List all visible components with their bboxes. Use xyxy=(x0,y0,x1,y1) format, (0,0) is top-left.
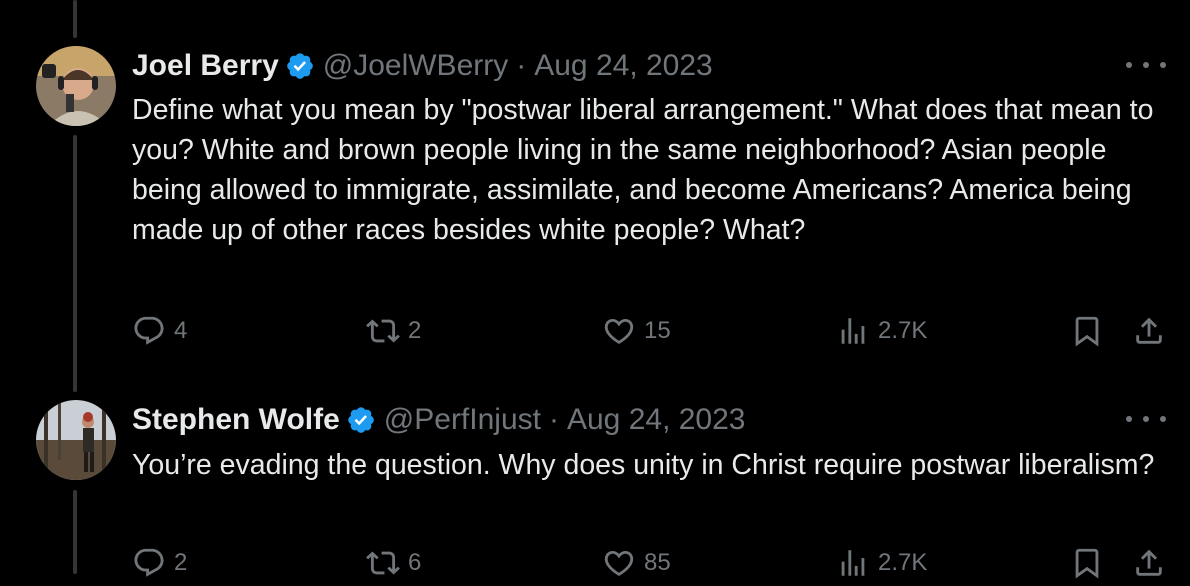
repost-icon xyxy=(366,551,400,575)
reply-count: 4 xyxy=(174,317,188,344)
reply-button[interactable]: 4 xyxy=(132,314,187,348)
avatar[interactable] xyxy=(36,400,116,480)
like-count: 15 xyxy=(644,317,671,344)
share-icon xyxy=(1136,317,1162,344)
separator-dot: · xyxy=(548,403,559,436)
share-icon xyxy=(1136,549,1162,576)
views-button[interactable]: 2.7K xyxy=(836,546,927,580)
views-count: 2.7K xyxy=(878,549,928,576)
like-count: 85 xyxy=(644,549,671,576)
display-name[interactable]: Stephen Wolfe xyxy=(132,402,340,438)
separator-dot: · xyxy=(516,49,527,82)
repost-icon xyxy=(366,319,400,343)
handle[interactable]: @JoelWBerry xyxy=(323,48,508,84)
reply-count: 2 xyxy=(174,549,188,576)
timestamp[interactable]: Aug 24, 2023 xyxy=(567,402,746,438)
tweet-actions: 2 6 85 2.7K xyxy=(132,546,1172,586)
repost-count: 2 xyxy=(408,317,422,344)
verified-badge-icon xyxy=(347,407,374,433)
tweet-actions: 4 2 15 2.7K xyxy=(132,314,1172,354)
reply-icon xyxy=(134,548,164,577)
views-icon xyxy=(841,550,865,576)
bookmark-button[interactable] xyxy=(1070,546,1104,580)
like-icon xyxy=(604,318,634,344)
reply-button[interactable]: 2 xyxy=(132,546,187,580)
tweet-text: Define what you mean by "postwar liberal… xyxy=(132,94,1162,246)
timestamp[interactable]: Aug 24, 2023 xyxy=(534,48,713,84)
thread-line-middle xyxy=(73,135,77,392)
verified-badge-icon xyxy=(286,53,313,79)
tweet-header: Joel Berry @JoelWBerry · Aug 24, 2023 xyxy=(132,48,713,84)
reply-icon xyxy=(134,316,164,345)
repost-button[interactable]: 6 xyxy=(366,546,421,580)
avatar[interactable] xyxy=(36,46,116,126)
thread-line-top xyxy=(73,0,77,38)
views-count: 2.7K xyxy=(878,317,928,344)
bookmark-icon xyxy=(1075,316,1099,347)
bookmark-icon xyxy=(1075,548,1099,579)
share-button[interactable] xyxy=(1132,314,1166,348)
tweet-header: Stephen Wolfe @PerfInjust · Aug 24, 2023 xyxy=(132,402,745,438)
like-icon xyxy=(604,550,634,576)
like-button[interactable]: 15 xyxy=(602,314,671,348)
more-icon[interactable] xyxy=(1126,404,1166,434)
views-button[interactable]: 2.7K xyxy=(836,314,927,348)
like-button[interactable]: 85 xyxy=(602,546,671,580)
share-button[interactable] xyxy=(1132,546,1166,580)
tweet-text: You’re evading the question. Why does un… xyxy=(132,449,1155,481)
more-icon[interactable] xyxy=(1126,50,1166,80)
views-icon xyxy=(841,318,865,344)
thread-line-bottom xyxy=(73,490,77,574)
display-name[interactable]: Joel Berry xyxy=(132,48,279,84)
repost-count: 6 xyxy=(408,549,422,576)
repost-button[interactable]: 2 xyxy=(366,314,421,348)
handle[interactable]: @PerfInjust xyxy=(384,402,541,438)
bookmark-button[interactable] xyxy=(1070,314,1104,348)
